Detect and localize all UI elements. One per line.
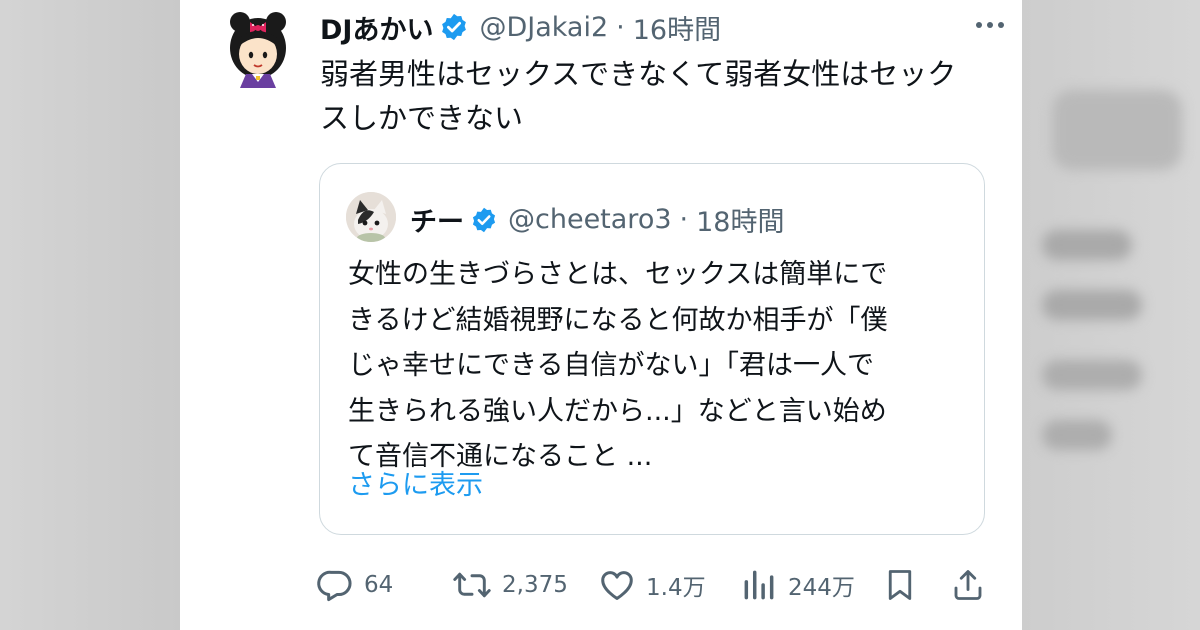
- show-more-link[interactable]: さらに表示: [348, 466, 483, 506]
- quoted-text-line: 生きられる強い人だから...」などと言い始め: [348, 395, 887, 427]
- separator-dot: ·: [616, 11, 625, 43]
- blurred-background-left: [0, 0, 180, 630]
- views-count: 244万: [788, 575, 855, 601]
- share-upload-icon: [954, 570, 982, 600]
- reply-bubble-icon: [317, 570, 352, 602]
- separator-dot: ·: [679, 204, 689, 235]
- share-button[interactable]: [950, 562, 986, 608]
- quoted-author-avatar[interactable]: [346, 192, 396, 242]
- heart-icon: [601, 571, 633, 600]
- author-avatar[interactable]: [226, 8, 290, 88]
- author-handle[interactable]: @DJakai2: [479, 12, 608, 43]
- bookmark-button[interactable]: [882, 562, 918, 608]
- quoted-tweet-time[interactable]: 18時間: [696, 200, 784, 239]
- quoted-text-line: 女性の生きづらさとは、セックスは簡単にで: [348, 259, 888, 290]
- tweet-text-line: 弱者男性はセックスできなくて弱者女性はセック: [320, 57, 957, 91]
- reply-button[interactable]: 64: [316, 562, 393, 608]
- views-button[interactable]: 244万: [740, 562, 855, 608]
- tweet-header: DJあかい @DJakai2 · 16時間: [320, 8, 1002, 47]
- tweet-time[interactable]: 16時間: [633, 8, 721, 47]
- blurred-shape: [1042, 230, 1132, 260]
- quoted-tweet[interactable]: チー @cheetaro3 · 18時間 女性の生きづらさとは、セックスは簡単に…: [319, 163, 985, 535]
- cat-avatar-illustration: [346, 192, 396, 242]
- tweet-text-line: スしかできない: [320, 101, 524, 135]
- retweet-arrows-icon: [453, 572, 491, 598]
- blurred-shape: [1052, 90, 1182, 170]
- tweet-card[interactable]: DJあかい @DJakai2 · 16時間 弱者男性はセックスできなくて弱者女性…: [180, 0, 1022, 630]
- bar-chart-icon: [744, 570, 774, 600]
- author-name[interactable]: DJあかい: [320, 8, 433, 47]
- like-count: 1.4万: [646, 575, 706, 601]
- like-button[interactable]: 1.4万: [598, 562, 706, 608]
- quoted-tweet-header: チー @cheetaro3 · 18時間: [410, 200, 784, 239]
- blurred-background-right: [1022, 0, 1200, 630]
- reply-count: 64: [364, 572, 394, 598]
- verified-badge-icon: [472, 207, 496, 232]
- quoted-tweet-text: 女性の生きづらさとは、セックスは簡単にで きるけど結婚視野になると何故か相手が「…: [348, 252, 960, 480]
- quoted-author-name[interactable]: チー: [410, 200, 464, 239]
- blurred-shape: [1042, 420, 1112, 450]
- quoted-text-line: じゃ幸せにできる自信がない」「君は一人で: [348, 350, 874, 381]
- blurred-shape: [1042, 290, 1142, 320]
- bookmark-icon: [888, 570, 912, 600]
- action-bar: 64 2,375 1.4万 244万: [316, 562, 986, 608]
- more-dots-icon[interactable]: [972, 10, 1008, 40]
- blurred-shape: [1042, 360, 1142, 390]
- retweet-button[interactable]: 2,375: [452, 562, 568, 608]
- quoted-author-handle[interactable]: @cheetaro3: [508, 204, 672, 235]
- avatar-illustration: [230, 12, 286, 88]
- quoted-text-line: きるけど結婚視野になると何故か相手が「僕: [348, 304, 888, 336]
- tweet-text: 弱者男性はセックスできなくて弱者女性はセック スしかできない: [320, 52, 1000, 140]
- retweet-count: 2,375: [502, 572, 568, 598]
- verified-badge-icon: [442, 13, 467, 41]
